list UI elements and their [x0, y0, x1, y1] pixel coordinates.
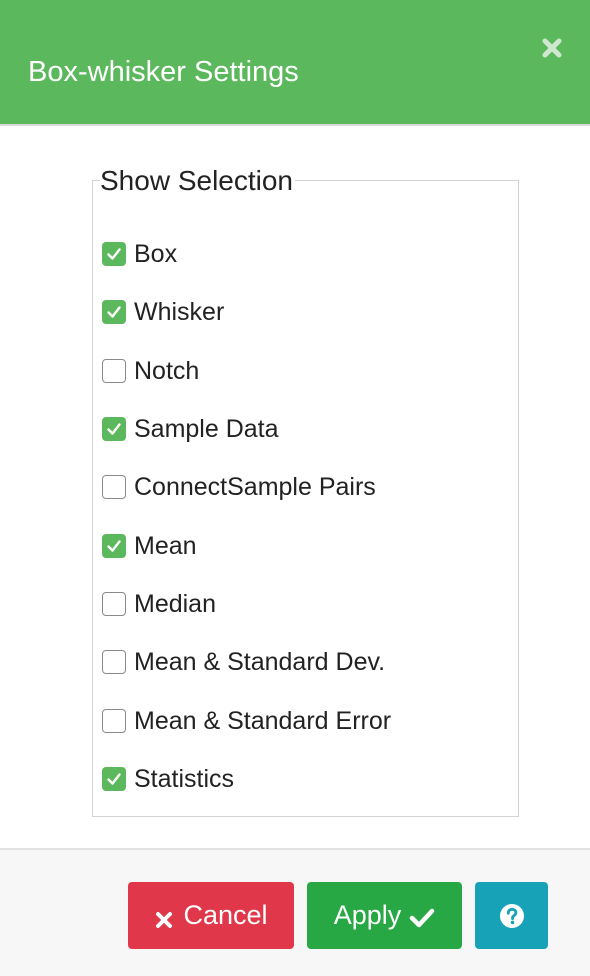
apply-label: Apply: [333, 900, 402, 930]
option-label: Notch: [134, 357, 200, 385]
apply-button[interactable]: Apply: [307, 882, 462, 949]
question-circle-icon: [499, 903, 525, 929]
option-mean-standard-dev[interactable]: Mean & Standard Dev.: [102, 647, 385, 677]
cancel-button[interactable]: Cancel: [128, 882, 294, 949]
dialog-header: Box-whisker Settings: [0, 0, 590, 126]
checkbox[interactable]: [102, 242, 126, 266]
check-icon: [107, 773, 121, 785]
check-icon: [107, 248, 121, 260]
option-label: Mean & Standard Dev.: [134, 648, 386, 676]
checkbox[interactable]: [102, 417, 126, 441]
checkbox[interactable]: [102, 300, 126, 324]
show-selection-legend: Show Selection: [100, 163, 296, 199]
option-label: Statistics: [134, 765, 235, 793]
checkbox[interactable]: [102, 475, 126, 499]
checkbox[interactable]: [102, 534, 126, 558]
checkbox[interactable]: [102, 650, 126, 674]
checkbox[interactable]: [102, 359, 126, 383]
option-mean-standard-error[interactable]: Mean & Standard Error: [102, 706, 391, 736]
option-label: Box: [134, 240, 178, 268]
option-label: Whisker: [134, 298, 225, 326]
checkbox[interactable]: [102, 709, 126, 733]
option-mean[interactable]: Mean: [102, 531, 197, 561]
dialog-footer: Cancel Apply: [0, 848, 590, 976]
option-label: Median: [134, 590, 216, 618]
option-label: Mean & Standard Error: [134, 707, 392, 735]
option-median[interactable]: Median: [102, 589, 216, 619]
option-sample-data[interactable]: Sample Data: [102, 414, 279, 444]
check-icon: [107, 540, 121, 552]
check-icon: [107, 423, 121, 435]
option-label: ConnectSample Pairs: [134, 473, 376, 501]
option-label: Mean: [134, 532, 197, 560]
help-button[interactable]: [475, 882, 548, 949]
checkbox[interactable]: [102, 592, 126, 616]
close-icon: [538, 38, 566, 66]
dialog-title: Box-whisker Settings: [28, 56, 299, 88]
option-whisker[interactable]: Whisker: [102, 297, 224, 327]
option-statistics[interactable]: Statistics: [102, 764, 234, 794]
checkbox[interactable]: [102, 767, 126, 791]
option-box[interactable]: Box: [102, 239, 177, 269]
dialog-body: Show Selection Box Whisker Notch Sample …: [0, 126, 590, 848]
option-connect-sample-pairs[interactable]: ConnectSample Pairs: [102, 472, 376, 502]
check-icon: [409, 905, 435, 927]
settings-dialog: Box-whisker Settings Show Selection Box …: [0, 0, 590, 976]
option-label: Sample Data: [134, 415, 279, 443]
close-button[interactable]: [538, 34, 566, 62]
close-icon: [154, 906, 174, 928]
check-icon: [107, 306, 121, 318]
cancel-label: Cancel: [183, 900, 268, 930]
option-notch[interactable]: Notch: [102, 356, 199, 386]
